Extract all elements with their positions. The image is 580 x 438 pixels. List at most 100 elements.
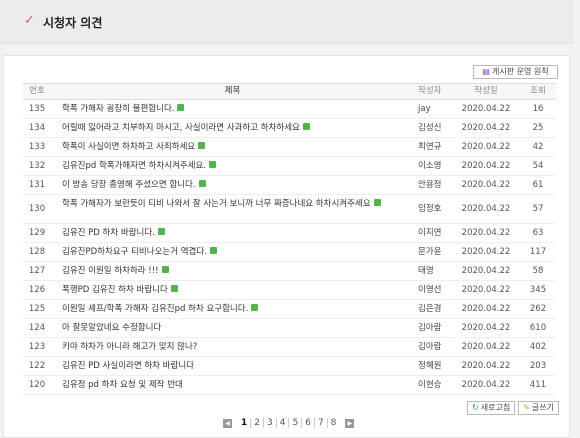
next-arrow-icon[interactable]: ▶ <box>345 418 355 428</box>
col-title: 제목 <box>224 86 241 96</box>
pagination: ◀ 12345678 ▶ <box>217 418 360 428</box>
document-icon: ▤ <box>482 67 490 76</box>
table-row[interactable]: 123 키야 하차가 아니라 해고가 맞지 않나? 김아람 2020.04.22 402 <box>23 338 556 357</box>
post-title-link[interactable]: 김유진 PD 사실이라면 하차 바랍니다 <box>51 357 414 375</box>
post-author: jay <box>414 100 452 118</box>
post-author: 태영 <box>414 262 452 280</box>
refresh-label: 새로고침 <box>480 403 511 412</box>
post-author-text: 김아람 <box>418 342 442 352</box>
page-link[interactable]: 2 <box>251 418 264 428</box>
post-views: 262 <box>520 300 556 318</box>
post-date-text: 2020.04.22 <box>461 180 511 190</box>
col-views: 조회 <box>530 86 546 96</box>
post-number-text: 127 <box>28 266 46 276</box>
post-views-text: 25 <box>532 123 544 133</box>
post-title-link-text: 김유진 PD 하차 바랍니다. <box>62 228 155 238</box>
post-title-link-text: 이 방송 당장 종영해 주셨으면 합니다. <box>62 180 196 190</box>
post-date-text: 2020.04.22 <box>461 247 511 257</box>
post-views-text: 411 <box>529 380 547 390</box>
post-title-link-text: 김유정 pd 하차 요청 및 제작 반대 <box>62 380 183 390</box>
post-title-link-text: 학폭 가해자가 보란듯이 티비 나와서 잘 사는거 보니까 너무 짜증나네요 하… <box>62 199 371 209</box>
table-row[interactable]: 130 학폭 가해자가 보란듯이 티비 나와서 잘 사는거 보니까 너무 짜증나네… <box>23 195 556 224</box>
post-views-text: 57 <box>532 204 544 214</box>
post-title-link[interactable]: 이 방송 당장 종영해 주셨으면 합니다. <box>51 176 414 194</box>
table-row[interactable]: 124 아 잘못알았네요 수정합니다 김아람 2020.04.22 610 <box>23 319 556 338</box>
post-number: 132 <box>23 157 51 175</box>
post-author: 문가윤 <box>414 243 452 261</box>
post-title-link[interactable]: 폭행PD 김유진 하차 바랍니다 <box>51 281 414 299</box>
post-number-text: 133 <box>28 142 46 152</box>
table-row[interactable]: 125 이원일 셰프/학폭 가해자 김유진pd 하차 요구합니다. 김은경 2020.… <box>23 300 556 319</box>
post-author-text: 안용정 <box>418 180 442 190</box>
post-views-text: 54 <box>532 161 544 171</box>
post-number: 122 <box>23 357 51 375</box>
page-link[interactable]: 1 <box>238 418 252 428</box>
post-title-link[interactable]: 학폭 가해자 굉장히 불편합니다. <box>51 100 414 118</box>
table-row[interactable]: 128 김유진PD하차요구 티비나오는거 역겹다. 문가윤 2020.04.22 117 <box>23 243 556 262</box>
post-views: 57 <box>520 195 556 223</box>
table-row[interactable]: 126 폭행PD 김유진 하차 바랍니다 이영선 2020.04.22 345 <box>23 281 556 300</box>
post-date-text: 2020.04.22 <box>461 104 511 114</box>
post-title-link-text: 김유진pd 학폭가해자면 하차시켜주세요. <box>62 161 207 171</box>
post-title-link-text: 이원일 셰프/학폭 가해자 김유진pd 하차 요구합니다. <box>62 304 249 314</box>
post-date: 2020.04.22 <box>452 338 520 356</box>
write-label: 글쓰기 <box>531 403 554 412</box>
table-row[interactable]: 129 김유진 PD 하차 바랍니다. 이지연 2020.04.22 63 <box>23 224 556 243</box>
post-views-text: 61 <box>532 180 544 190</box>
post-views-text: 610 <box>529 323 547 333</box>
table-row[interactable]: 133 학폭이 사실이면 하차하고 사죄하세요 최연규 2020.04.22 42 <box>23 138 556 157</box>
write-button[interactable]: ✎ 글쓰기 <box>518 401 559 415</box>
new-post-icon <box>373 199 381 206</box>
post-title-link[interactable]: 김유진 이원일 하차하라 !!! <box>51 262 414 280</box>
post-title-link[interactable]: 이원일 셰프/학폭 가해자 김유진pd 하차 요구합니다. <box>51 300 414 318</box>
post-title-link[interactable]: 학폭 가해자가 보란듯이 티비 나와서 잘 사는거 보니까 너무 짜증나네요 하… <box>51 195 414 223</box>
post-author-text: 임정호 <box>418 204 442 214</box>
post-title-link[interactable]: 어릴때 잃어라고 치부하지 마시고, 사실이라면 사과하고 하차하세요 <box>51 119 414 137</box>
page-link[interactable]: 7 <box>315 418 328 428</box>
post-title-link[interactable]: 키야 하차가 아니라 해고가 맞지 않나? <box>51 338 414 356</box>
post-date-text: 2020.04.22 <box>461 266 511 276</box>
refresh-icon: ↻ <box>472 403 479 412</box>
prev-arrow-icon[interactable]: ◀ <box>223 418 232 428</box>
post-author-text: 최연규 <box>418 142 442 152</box>
new-post-icon <box>209 161 217 168</box>
table-row[interactable]: 132 김유진pd 학폭가해자면 하차시켜주세요. 이소영 2020.04.22 54 <box>23 157 556 176</box>
refresh-button[interactable]: ↻ 새로고침 <box>467 401 516 415</box>
table-row[interactable]: 131 이 방송 당장 종영해 주셨으면 합니다. 안용정 2020.04.22 61 <box>23 176 556 195</box>
page-link[interactable]: 3 <box>264 418 277 428</box>
table-row[interactable]: 134 어릴때 잃어라고 치부하지 마시고, 사실이라면 사과하고 하차하세요 김성… <box>23 119 556 138</box>
post-title-link[interactable]: 김유진pd 학폭가해자면 하차시켜주세요. <box>51 157 414 175</box>
page-link[interactable]: 5 <box>289 418 303 428</box>
table-row[interactable]: 127 김유진 이원일 하차하라 !!! 태영 2020.04.22 58 <box>23 262 556 281</box>
post-number: 130 <box>23 195 51 223</box>
page-link[interactable]: 4 <box>277 418 290 428</box>
post-date-text: 2020.04.22 <box>461 142 511 152</box>
table-row[interactable]: 135 학폭 가해자 굉장히 불편합니다. jay 2020.04.22 16 <box>23 100 556 119</box>
table-row[interactable]: 122 김유진 PD 사실이라면 하차 바랍니다 정혜원 2020.04.22 203 <box>23 357 556 376</box>
table-row[interactable]: 120 김유정 pd 하차 요청 및 제작 반대 이현승 2020.04.22 411 <box>23 376 556 395</box>
post-author: 이영선 <box>414 281 452 299</box>
board-actions: ↻ 새로고침 ✎ 글쓰기 <box>467 401 559 415</box>
page-link[interactable]: 6 <box>302 418 315 428</box>
post-views: 25 <box>520 119 556 137</box>
post-date-text: 2020.04.22 <box>461 304 511 314</box>
post-title-link-text: 김유진 이원일 하차하라 !!! <box>62 266 159 276</box>
new-post-icon <box>209 247 217 254</box>
post-views: 610 <box>520 319 556 337</box>
post-title-link[interactable]: 아 잘못알았네요 수정합니다 <box>51 319 414 337</box>
page-link[interactable]: 8 <box>328 418 340 428</box>
post-title-link[interactable]: 김유진PD하차요구 티비나오는거 역겹다. <box>51 243 414 261</box>
new-post-icon <box>161 266 169 273</box>
post-views: 54 <box>520 157 556 175</box>
new-post-icon <box>170 285 178 292</box>
post-number-text: 130 <box>28 204 46 214</box>
post-views: 42 <box>520 138 556 156</box>
post-title-link[interactable]: 김유정 pd 하차 요청 및 제작 반대 <box>51 376 414 394</box>
post-views: 16 <box>520 100 556 118</box>
post-author-text: 김은경 <box>418 304 442 314</box>
board-rules-button[interactable]: ▤ 게시판 운영 원칙 <box>473 65 558 79</box>
post-title-link[interactable]: 김유진 PD 하차 바랍니다. <box>51 224 414 242</box>
post-author: 김아람 <box>414 338 452 356</box>
post-title-link[interactable]: 학폭이 사실이면 하차하고 사죄하세요 <box>51 138 414 156</box>
post-date-text: 2020.04.22 <box>461 123 511 133</box>
